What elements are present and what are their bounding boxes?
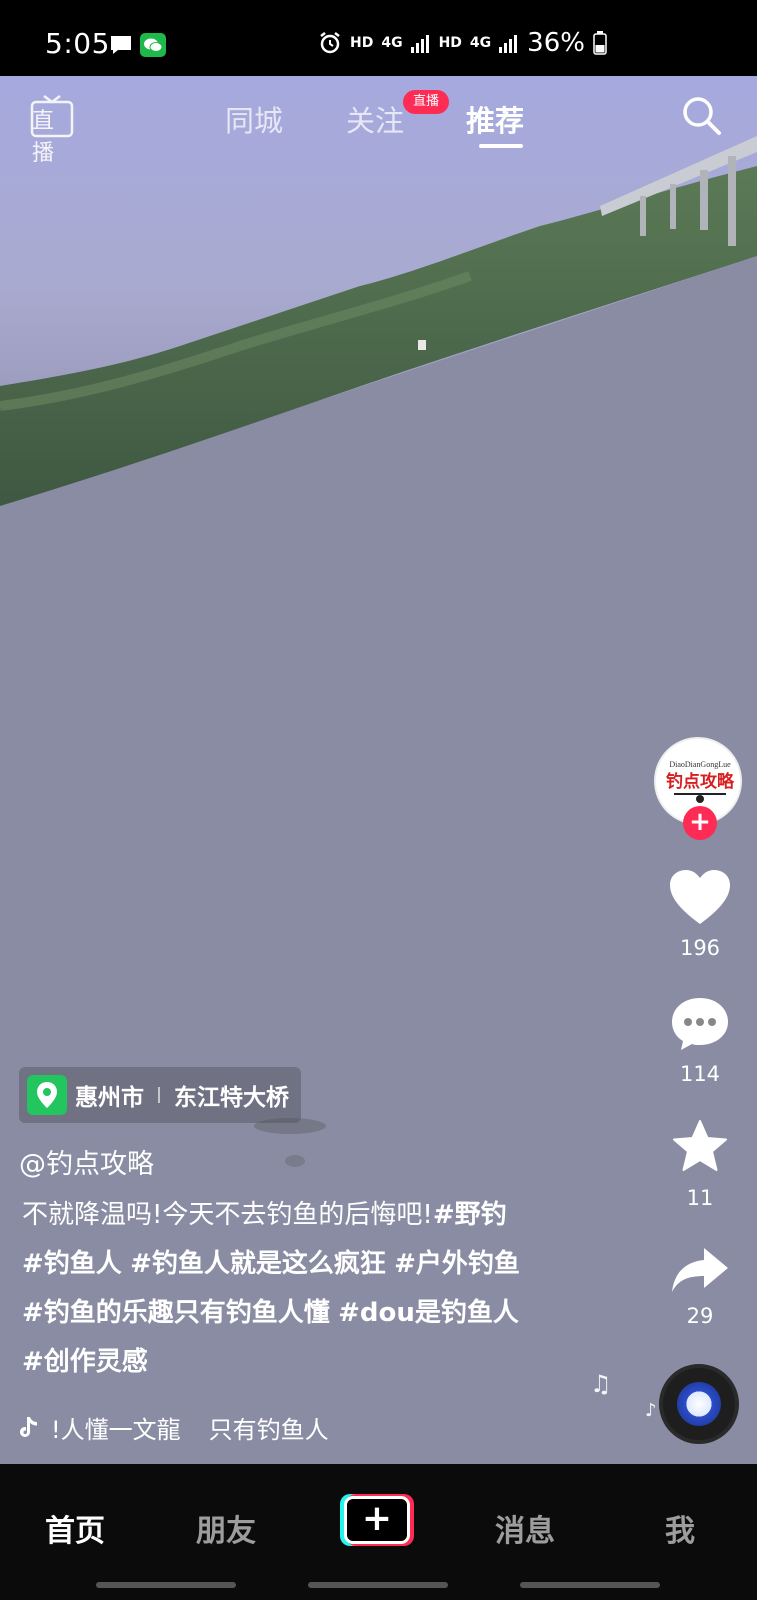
hashtag[interactable]: #钓鱼人就是这么疯狂 [130,1249,386,1279]
tab-tongcheng[interactable]: 同城 [225,98,283,140]
hashtag[interactable]: #dou是钓鱼人 [338,1298,519,1328]
status-indicators: HD 4G HD 4G 36% [318,26,607,60]
music-disc[interactable] [659,1364,739,1444]
signal-icon [410,35,429,53]
tab-recommend[interactable]: 推荐 [466,98,524,140]
nav-messages[interactable]: 消息 [495,1506,555,1550]
search-icon[interactable] [679,93,723,137]
alarm-icon [320,32,340,54]
share-button[interactable]: 29 [660,1246,740,1328]
active-tab-indicator [479,144,523,148]
favorite-count: 11 [686,1186,714,1210]
location-separator [158,1087,160,1103]
signal-label-1: 4G [381,35,403,51]
create-button[interactable]: + [340,1494,414,1546]
music-note-icon: ♫ [590,1370,612,1398]
tab-following[interactable]: 关注 [346,98,404,140]
avatar-text: 钓点攻略 [666,771,735,792]
like-count: 196 [679,936,721,960]
share-count: 29 [686,1304,714,1328]
hashtag[interactable]: #钓鱼人 [22,1249,122,1279]
nav-me[interactable]: 我 [665,1506,695,1550]
gesture-bar-right [520,1582,660,1588]
music-note-icon-small: ♪ [645,1400,657,1421]
network-label-1: HD [350,35,374,51]
hashtag[interactable]: #户外钓鱼 [394,1249,520,1279]
battery-icon [593,31,607,55]
avatar-subtext: DiaoDianGongLue [669,760,731,769]
location-pin-icon [27,1075,67,1115]
location-city: 惠州市 [75,1085,144,1111]
gesture-bar-left [96,1582,236,1588]
hashtag[interactable]: #创作灵感 [22,1347,148,1377]
nav-home[interactable]: 首页 [45,1506,105,1550]
location-place: 东江特大桥 [174,1085,289,1111]
comment-button[interactable]: 114 [660,994,740,1086]
signal-label-2: 4G [469,35,492,51]
star-icon [673,1120,727,1171]
chat-bubble-icon [111,36,131,54]
nav-friends[interactable]: 朋友 [196,1506,256,1550]
favorite-button[interactable]: 11 [660,1118,740,1210]
bottom-nav: 首页 朋友 + 消息 我 [0,1464,757,1600]
post-caption: 不就降温吗!今天不去钓鱼的后悔吧!#野钓 #钓鱼人 #钓鱼人就是这么疯狂 #户外… [22,1191,562,1387]
signal-icon-2 [499,35,518,53]
music-info[interactable]: !人懂一文龍 只有钓鱼人 [19,1410,329,1445]
hashtag[interactable]: #钓鱼的乐趣只有钓鱼人懂 [22,1298,330,1328]
top-nav: 直播 同城 关注 直播 推荐 [0,76,757,166]
follow-button[interactable]: + [683,806,717,840]
heart-icon [670,870,730,924]
status-time: 5:05 [45,27,110,60]
live-entry-button[interactable]: 直播 [30,94,74,166]
music-disc-cover [677,1382,721,1426]
network-label-2: HD [438,35,462,51]
author-name[interactable]: @钓点攻略 [19,1142,154,1181]
wechat-icon [140,33,166,57]
like-button[interactable]: 196 [660,868,740,960]
music-title: !人懂一文龍 [51,1416,181,1444]
tiktok-note-icon [20,1416,37,1437]
comment-icon [672,998,728,1050]
share-arrow-icon [672,1248,728,1292]
plus-icon: + [361,1498,393,1539]
live-badge: 直播 [403,90,450,114]
status-bar: 5:05 HD 4G HD 4G 36% [0,0,757,76]
music-artist: 只有钓鱼人 [208,1416,329,1444]
gesture-bar-center [308,1582,448,1588]
hashtag[interactable]: #野钓 [433,1200,507,1230]
battery-percent: 36% [527,28,585,58]
caption-text: 不就降温吗!今天不去钓鱼的后悔吧! [22,1200,433,1230]
location-tag[interactable]: 惠州市 东江特大桥 [19,1067,301,1123]
comment-count: 114 [679,1062,721,1086]
live-entry-label: 直播 [32,109,55,166]
